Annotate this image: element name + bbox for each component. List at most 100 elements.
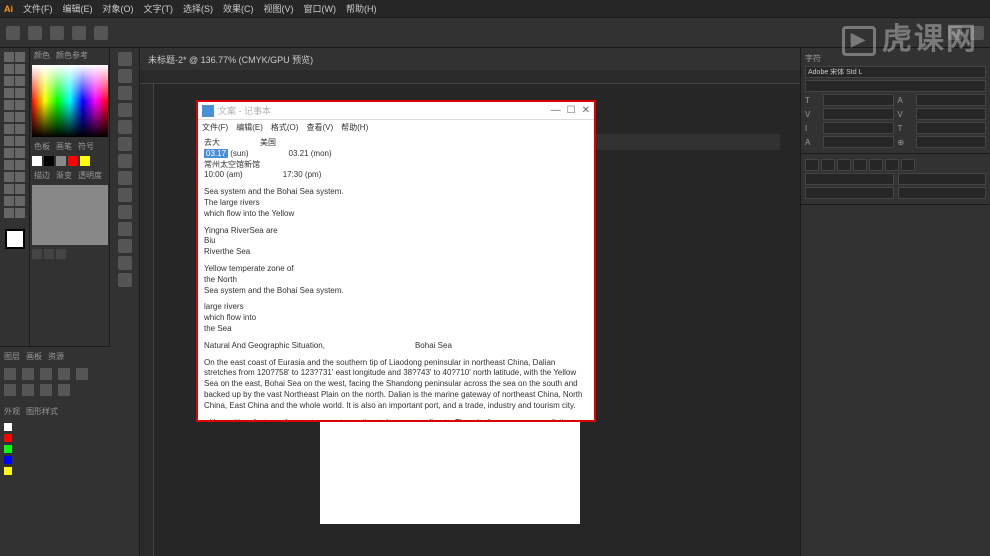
color-dot[interactable]	[4, 456, 12, 464]
mesh-tool[interactable]	[4, 160, 14, 170]
brushes-tab[interactable]: 画笔	[56, 141, 72, 152]
panel-icon[interactable]	[118, 188, 132, 202]
align-btn[interactable]	[853, 159, 867, 171]
notepad-textarea[interactable]: 去大美国 03.17 (sun)03.21 (mon) 常州太空馆新馆 10:0…	[198, 134, 594, 420]
layer-icon[interactable]	[40, 384, 52, 396]
menu-view[interactable]: 视图(V)	[264, 2, 294, 15]
artboard-tool[interactable]	[4, 196, 14, 206]
panel-icon[interactable]	[118, 120, 132, 134]
trans-tab[interactable]: 透明度	[78, 170, 102, 181]
layers-tab[interactable]: 图层	[4, 351, 20, 362]
align-btn[interactable]	[901, 159, 915, 171]
font-style-field[interactable]	[805, 80, 986, 92]
slice-tool[interactable]	[15, 196, 25, 206]
char-panel-label[interactable]: 字符	[805, 53, 821, 64]
swatch[interactable]	[80, 156, 90, 166]
eyedropper-tool[interactable]	[4, 172, 14, 182]
gradient-tool[interactable]	[15, 160, 25, 170]
close-button[interactable]: ✕	[582, 105, 590, 116]
mode-icon[interactable]	[32, 249, 42, 259]
color-dot[interactable]	[4, 467, 12, 475]
opt-icon[interactable]	[94, 26, 108, 40]
panel-icon[interactable]	[118, 222, 132, 236]
layer-icon[interactable]	[4, 384, 16, 396]
menu-edit[interactable]: 编辑(E)	[63, 2, 93, 15]
align-btn[interactable]	[805, 159, 819, 171]
grad-tab[interactable]: 渐变	[56, 170, 72, 181]
hand-tool[interactable]	[4, 208, 14, 218]
selection-tool[interactable]	[4, 52, 14, 62]
align-btn[interactable]	[869, 159, 883, 171]
align-btn[interactable]	[837, 159, 851, 171]
direct-select-tool[interactable]	[15, 52, 25, 62]
mode-icon[interactable]	[44, 249, 54, 259]
mode-icon[interactable]	[56, 249, 66, 259]
appearance-tab[interactable]: 外观	[4, 406, 20, 417]
menu-effect[interactable]: 效果(C)	[223, 2, 254, 15]
color-tab[interactable]: 颜色	[34, 50, 50, 61]
guide-tab[interactable]: 颜色参考	[56, 50, 88, 61]
hscale-field[interactable]	[916, 122, 987, 134]
document-tab[interactable]: 未标题-2* @ 136.77% (CMYK/GPU 预览)	[140, 48, 800, 70]
graphic-styles-tab[interactable]: 图形样式	[26, 406, 58, 417]
layer-icon[interactable]	[76, 368, 88, 380]
color-dot[interactable]	[4, 423, 12, 431]
menu-window[interactable]: 窗口(W)	[304, 2, 337, 15]
line-tool[interactable]	[15, 88, 25, 98]
lasso-tool[interactable]	[15, 64, 25, 74]
swatch[interactable]	[44, 156, 54, 166]
menu-file[interactable]: 文件(F)	[23, 2, 53, 15]
color-spectrum[interactable]	[32, 65, 108, 137]
panel-icon[interactable]	[118, 154, 132, 168]
zoom-tool[interactable]	[15, 208, 25, 218]
np-menu-edit[interactable]: 编辑(E)	[236, 122, 263, 133]
leading-field[interactable]	[916, 94, 987, 106]
assets-tab[interactable]: 资源	[48, 351, 64, 362]
para-field[interactable]	[805, 173, 894, 185]
swatch[interactable]	[56, 156, 66, 166]
type-tool[interactable]	[4, 88, 14, 98]
blend-tool[interactable]	[15, 172, 25, 182]
artboards-tab[interactable]: 画板	[26, 351, 42, 362]
font-family-field[interactable]: Adobe 宋体 Std L	[805, 66, 986, 78]
maximize-button[interactable]: ☐	[567, 105, 576, 116]
symbols-tab[interactable]: 符号	[78, 141, 94, 152]
graph-tool[interactable]	[15, 184, 25, 194]
layer-icon[interactable]	[22, 368, 34, 380]
opt-icon[interactable]	[50, 26, 64, 40]
fill-stroke[interactable]	[5, 229, 25, 249]
opt-icon[interactable]	[72, 26, 86, 40]
para-field[interactable]	[805, 187, 894, 199]
magic-wand-tool[interactable]	[4, 64, 14, 74]
rotate-field[interactable]	[916, 136, 987, 148]
panel-icon[interactable]	[118, 171, 132, 185]
color-dot[interactable]	[4, 445, 12, 453]
color-dot[interactable]	[4, 434, 12, 442]
tracking-field[interactable]	[916, 108, 987, 120]
menu-object[interactable]: 对象(O)	[103, 2, 134, 15]
menu-help[interactable]: 帮助(H)	[346, 2, 377, 15]
shaper-tool[interactable]	[4, 112, 14, 122]
menu-type[interactable]: 文字(T)	[144, 2, 174, 15]
curvature-tool[interactable]	[15, 76, 25, 86]
np-menu-help[interactable]: 帮助(H)	[341, 122, 368, 133]
panel-icon[interactable]	[118, 103, 132, 117]
stroke-tab[interactable]: 描边	[34, 170, 50, 181]
brush-tool[interactable]	[15, 100, 25, 110]
swatches-tab[interactable]: 色板	[34, 141, 50, 152]
eraser-tool[interactable]	[15, 112, 25, 122]
layer-icon[interactable]	[40, 368, 52, 380]
panel-icon[interactable]	[118, 205, 132, 219]
np-menu-file[interactable]: 文件(F)	[202, 122, 228, 133]
perspective-tool[interactable]	[15, 148, 25, 158]
swatch[interactable]	[68, 156, 78, 166]
panel-icon[interactable]	[118, 239, 132, 253]
swatch[interactable]	[32, 156, 42, 166]
para-field[interactable]	[898, 173, 987, 185]
rotate-tool[interactable]	[4, 124, 14, 134]
panel-icon[interactable]	[118, 256, 132, 270]
para-field[interactable]	[898, 187, 987, 199]
font-size-field[interactable]	[823, 94, 894, 106]
free-transform-tool[interactable]	[15, 136, 25, 146]
align-btn[interactable]	[885, 159, 899, 171]
